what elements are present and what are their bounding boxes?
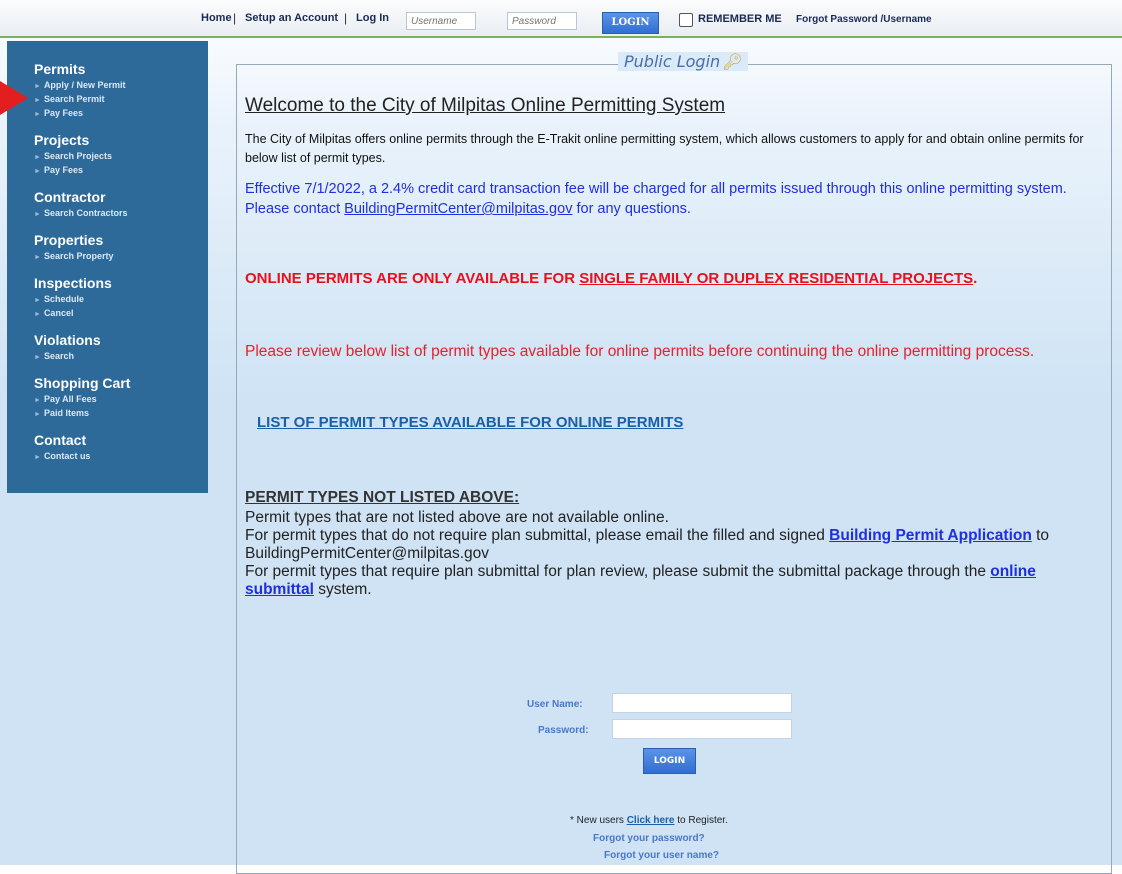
arrow-icon: ► — [34, 168, 41, 175]
separator: | — [233, 11, 237, 25]
red-pointer-arrow-icon — [0, 81, 28, 115]
arrow-icon: ► — [34, 83, 41, 90]
arrow-icon: ► — [34, 154, 41, 161]
sidebar-heading-inspections[interactable]: Inspections — [34, 275, 112, 291]
username-input[interactable] — [406, 12, 476, 30]
sidebar-heading-contact[interactable]: Contact — [34, 432, 86, 448]
sidebar-heading-contractor[interactable]: Contractor — [34, 189, 106, 205]
sidebar-item-search-property[interactable]: ► Search Property — [34, 251, 113, 261]
setup-account-link[interactable]: Setup an Account — [245, 12, 338, 24]
sidebar-item-paid-items[interactable]: ► Paid Items — [34, 408, 89, 418]
form-username-input[interactable] — [612, 693, 792, 713]
sidebar-item-pay-all-fees[interactable]: ► Pay All Fees — [34, 394, 97, 404]
password-label: Password: — [538, 725, 589, 736]
fee-notice: Effective 7/1/2022, a 2.4% credit card t… — [245, 181, 1067, 217]
permit-types-list-link[interactable]: LIST OF PERMIT TYPES AVAILABLE FOR ONLIN… — [257, 414, 683, 431]
log-in-label: Log In — [356, 12, 389, 24]
sidebar-heading-violations[interactable]: Violations — [34, 332, 101, 348]
sidebar-item-schedule[interactable]: ► Schedule — [34, 294, 84, 304]
sidebar-item-violations-search[interactable]: ► Search — [34, 351, 74, 361]
sidebar-navigation: Permits ► Apply / New Permit ► Search Perm… — [7, 41, 208, 493]
forgot-username-link[interactable]: Forgot your user name? — [604, 850, 719, 861]
new-users-register-text: * New users Click here to Register. — [570, 815, 728, 826]
forgot-password-username-link[interactable]: Forgot Password /Username — [796, 14, 932, 25]
arrow-icon: ► — [34, 297, 41, 304]
intro-text: The City of Milpitas offers online permi… — [245, 132, 1084, 165]
sidebar-item-cancel[interactable]: ► Cancel — [34, 308, 73, 318]
username-label: User Name: — [527, 699, 583, 710]
arrow-icon: ► — [34, 454, 41, 461]
residential-only-warning: ONLINE PERMITS ARE ONLY AVAILABLE FOR SI… — [245, 270, 978, 287]
sidebar-heading-permits[interactable]: Permits — [34, 61, 85, 77]
sidebar-item-contact-us[interactable]: ► Contact us — [34, 451, 90, 461]
remember-me-checkbox[interactable] — [679, 13, 693, 27]
password-input[interactable] — [507, 12, 577, 30]
sidebar-item-search-contractors[interactable]: ► Search Contractors — [34, 208, 127, 218]
arrow-icon: ► — [34, 411, 41, 418]
arrow-icon: ► — [34, 397, 41, 404]
arrow-icon: ► — [34, 211, 41, 218]
home-link[interactable]: Home — [201, 12, 232, 24]
click-here-register-link[interactable]: Click here — [627, 815, 675, 826]
sidebar-item-search-projects[interactable]: ► Search Projects — [34, 151, 112, 161]
top-navigation-bar: Home | Setup an Account | Log In LOGIN R… — [0, 0, 1122, 38]
not-listed-heading: PERMIT TYPES NOT LISTED ABOVE: — [245, 489, 520, 506]
sidebar-heading-properties[interactable]: Properties — [34, 232, 103, 248]
arrow-icon: ► — [34, 311, 41, 318]
sidebar-item-pay-fees[interactable]: ► Pay Fees — [34, 108, 83, 118]
form-login-button[interactable]: LOGIN — [643, 748, 696, 774]
residential-projects-link[interactable]: SINGLE FAMILY OR DUPLEX RESIDENTIAL PROJ… — [579, 270, 973, 287]
key-icon: 🔑︎ — [722, 52, 743, 71]
form-password-input[interactable] — [612, 719, 792, 739]
sidebar-heading-shopping-cart[interactable]: Shopping Cart — [34, 375, 130, 391]
public-login-legend: Public Login 🔑︎ — [618, 52, 749, 71]
page-title: Welcome to the City of Milpitas Online P… — [245, 95, 726, 116]
not-listed-text: Permit types that are not listed above a… — [245, 509, 1050, 598]
sidebar-item-project-pay-fees[interactable]: ► Pay Fees — [34, 165, 83, 175]
sidebar-item-apply-new-permit[interactable]: ► Apply / New Permit — [34, 80, 125, 90]
contact-email-link[interactable]: BuildingPermitCenter@milpitas.gov — [344, 201, 572, 217]
building-permit-application-link[interactable]: Building Permit Application — [829, 527, 1032, 544]
sidebar-item-search-permit[interactable]: ► Search Permit — [34, 94, 104, 104]
sidebar-heading-projects[interactable]: Projects — [34, 132, 89, 148]
remember-me-label: REMEMBER ME — [698, 13, 782, 25]
arrow-icon: ► — [34, 97, 41, 104]
arrow-icon: ► — [34, 254, 41, 261]
forgot-password-link[interactable]: Forgot your password? — [593, 833, 705, 844]
arrow-icon: ► — [34, 111, 41, 118]
top-login-button[interactable]: LOGIN — [602, 12, 659, 34]
review-notice: Please review below list of permit types… — [245, 343, 1035, 360]
separator: | — [344, 11, 348, 25]
arrow-icon: ► — [34, 354, 41, 361]
